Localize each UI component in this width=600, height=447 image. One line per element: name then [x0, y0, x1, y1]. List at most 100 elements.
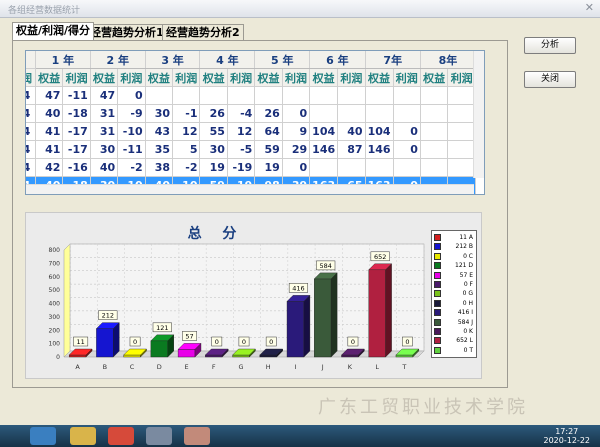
close-button[interactable]: 关闭 [524, 71, 576, 88]
table-row[interactable]: 440-1831-930-126-4260 [26, 104, 476, 123]
legend-label: 121 D [455, 262, 473, 270]
year-header: 8年 [420, 51, 477, 69]
data-label: 0 [351, 338, 355, 346]
table-cell: 43 [145, 122, 174, 141]
table-cell [420, 122, 449, 141]
data-label: 57 [185, 332, 193, 340]
column-header: 权益 [254, 68, 283, 87]
legend-label: 0 K [463, 328, 473, 335]
vertical-scrollbar[interactable] [473, 51, 484, 178]
column-header: 权益 [309, 68, 339, 87]
data-label: 584 [319, 262, 331, 270]
table-cell [447, 122, 476, 141]
year-header: 3 年 [145, 51, 201, 69]
table-cell: 29 [282, 140, 311, 159]
table-row[interactable]: 447-11470 [26, 86, 476, 105]
tab-trend-analysis-1[interactable]: 经营趋势分析1 [86, 24, 168, 40]
table-cell: 30 [145, 104, 174, 123]
column-header: 利润 [282, 68, 311, 87]
close-icon[interactable]: ✕ [585, 1, 594, 14]
legend-label: 0 T [463, 346, 473, 354]
x-tick-label: T [401, 363, 406, 371]
table-cell [365, 86, 394, 105]
table-cell [227, 86, 256, 105]
table-cell: 26 [199, 104, 228, 123]
photo-icon[interactable] [184, 427, 210, 445]
column-header: 权益 [365, 68, 394, 87]
data-grid[interactable]: 1 年2 年3 年4 年5 年6 年7年8年润权益利润权益利润权益利润权益利润权… [25, 50, 485, 195]
table-cell [393, 86, 421, 105]
legend-swatch [434, 318, 441, 326]
legend-item: 212 B [434, 242, 474, 251]
legend-label: 0 C [463, 252, 473, 260]
bar-side [330, 272, 338, 358]
plot-side-wall [63, 243, 71, 358]
analyze-button[interactable]: 分析 [524, 37, 576, 54]
table-cell: 4 [26, 140, 36, 159]
y-tick-label: 500 [49, 287, 61, 294]
tab-trend-analysis-2[interactable]: 经营趋势分析2 [162, 24, 244, 40]
year-header: 1 年 [35, 51, 91, 69]
data-label: 0 [215, 338, 219, 346]
table-cell: 47 [35, 86, 64, 105]
table-cell: 55 [199, 122, 228, 141]
column-header: 权益 [145, 68, 174, 87]
x-tick-label: K [348, 363, 353, 371]
table-cell: 47 [90, 86, 119, 105]
x-tick-label: D [157, 363, 162, 371]
table-row[interactable]: 441-1730-1135530-55929146871460 [26, 140, 476, 159]
browser-icon[interactable] [108, 427, 134, 445]
app-icon[interactable] [146, 427, 172, 445]
table-cell: 0 [393, 140, 421, 159]
window-title: 各组经营数据统计 [8, 6, 81, 16]
legend-swatch [434, 299, 441, 307]
table-row[interactable]: 442-1640-238-219-19190 [26, 158, 476, 177]
clock-date: 2020-12-22 [543, 436, 591, 445]
horizontal-scrollbar[interactable] [26, 184, 474, 194]
y-tick-label: 200 [49, 327, 61, 334]
table-cell [420, 140, 449, 159]
year-header: 7年 [365, 51, 421, 69]
table-cell [254, 86, 283, 105]
table-cell [309, 86, 339, 105]
title-bar: 各组经营数据统计 ✕ [0, 0, 600, 18]
legend-swatch [434, 337, 441, 345]
data-label: 212 [102, 312, 114, 320]
tab-equity-profit-score[interactable]: 权益/利润/得分 [12, 22, 95, 40]
ie-icon[interactable] [30, 427, 56, 445]
table-cell: 4 [26, 86, 36, 105]
data-label: 0 [242, 338, 246, 346]
clock: 17:27 2020-12-22 [544, 427, 591, 445]
table-row[interactable]: 441-1731-1043125512649104401040 [26, 122, 476, 141]
x-tick-label: I [295, 363, 297, 371]
table-cell: -2 [117, 158, 146, 177]
table-cell [393, 104, 421, 123]
table-cell [365, 104, 394, 123]
data-label: 652 [374, 253, 386, 261]
x-tick-label: B [103, 363, 107, 371]
table-cell: 19 [254, 158, 283, 177]
table-cell [447, 104, 476, 123]
legend-item: 0 H [434, 299, 474, 308]
table-cell: 87 [337, 140, 366, 159]
legend-swatch [434, 262, 441, 270]
bar [150, 340, 168, 358]
legend-item: 57 E [434, 271, 474, 280]
table-cell: 35 [145, 140, 174, 159]
legend-label: 416 I [457, 309, 473, 317]
folder-icon[interactable] [70, 427, 96, 445]
column-header: 利润 [447, 68, 476, 87]
table-cell: 4 [26, 122, 36, 141]
y-tick-label: 300 [49, 314, 61, 321]
table-cell: -18 [62, 104, 91, 123]
year-header: 2 年 [90, 51, 146, 69]
bar-side [385, 263, 392, 358]
table-cell [447, 158, 476, 177]
bar [205, 354, 223, 358]
table-cell [337, 104, 366, 123]
table-cell [199, 86, 228, 105]
bar [259, 354, 277, 358]
table-cell: -17 [62, 140, 91, 159]
data-label: 121 [156, 324, 168, 332]
table-cell: -9 [117, 104, 146, 123]
